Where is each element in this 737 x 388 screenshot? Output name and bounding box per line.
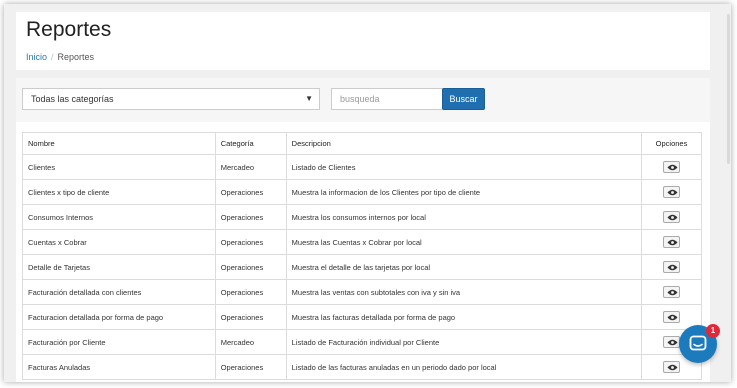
- row-opciones: [641, 279, 702, 305]
- eye-icon: [667, 239, 678, 246]
- column-header-nombre[interactable]: Nombre: [22, 132, 216, 155]
- chevron-down-icon: ▼: [305, 94, 313, 103]
- reports-panel: Todas las categorías ▼ Buscar Nombre Cat…: [16, 78, 710, 382]
- table-row: Clientes x tipo de cliente Operaciones M…: [22, 179, 702, 205]
- column-header-opciones: Opciones: [641, 132, 702, 155]
- row-nombre: Clientes x tipo de cliente: [22, 179, 216, 205]
- eye-icon: [667, 314, 678, 321]
- eye-icon: [667, 264, 678, 271]
- app-frame: Reportes Inicio / Reportes Todas las categ…: [4, 4, 731, 382]
- chat-notification-badge: 1: [706, 324, 720, 338]
- row-descripcion: Muestra los consumos internos por local: [285, 204, 643, 230]
- chat-icon: [689, 335, 707, 351]
- filter-toolbar: Todas las categorías ▼ Buscar: [16, 78, 710, 122]
- view-report-button[interactable]: [663, 211, 680, 223]
- breadcrumb-current: Reportes: [57, 52, 95, 62]
- eye-icon: [667, 364, 678, 371]
- page-title: Reportes: [26, 18, 112, 41]
- view-report-button[interactable]: [663, 286, 680, 298]
- table-row: Detalle de Tarjetas Operaciones Muestra …: [22, 254, 702, 280]
- row-nombre: Facturación detallada con clientes: [22, 279, 216, 305]
- reports-table: Nombre Categoría Descripcion Opciones Cl…: [22, 132, 702, 380]
- row-nombre: Consumos Internos: [22, 204, 216, 230]
- row-descripcion: Listado de Facturación individual por Cl…: [285, 329, 643, 355]
- table-row: Clientes Mercadeo Listado de Clientes: [22, 154, 702, 180]
- search-input[interactable]: [331, 88, 443, 110]
- column-header-categoria[interactable]: Categoría: [214, 132, 287, 155]
- reports-table-wrap: Nombre Categoría Descripcion Opciones Cl…: [22, 132, 702, 380]
- category-select-value: Todas las categorías: [31, 94, 114, 104]
- row-categoria: Operaciones: [214, 304, 287, 330]
- row-nombre: Cuentas x Cobrar: [22, 229, 216, 255]
- row-opciones: [641, 154, 702, 180]
- row-descripcion: Muestra el detalle de las tarjetas por l…: [285, 254, 643, 280]
- view-report-button[interactable]: [663, 236, 680, 248]
- row-categoria: Mercadeo: [214, 154, 287, 180]
- search-button[interactable]: Buscar: [442, 88, 485, 110]
- row-categoria: Operaciones: [214, 229, 287, 255]
- scrollbar-thumb[interactable]: [727, 14, 730, 164]
- row-descripcion: Listado de las facturas anuladas en un p…: [285, 354, 643, 380]
- table-row: Facturación detallada con clientes Opera…: [22, 279, 702, 305]
- eye-icon: [667, 289, 678, 296]
- row-nombre: Detalle de Tarjetas: [22, 254, 216, 280]
- view-report-button[interactable]: [663, 161, 680, 173]
- view-report-button[interactable]: [663, 311, 680, 323]
- row-opciones: [641, 254, 702, 280]
- view-report-button[interactable]: [663, 186, 680, 198]
- row-opciones: [641, 229, 702, 255]
- view-report-button[interactable]: [663, 361, 680, 373]
- table-header-row: Nombre Categoría Descripcion Opciones: [22, 132, 702, 155]
- row-descripcion: Listado de Clientes: [285, 154, 643, 180]
- header-panel: Reportes Inicio / Reportes: [16, 12, 710, 70]
- row-categoria: Operaciones: [214, 204, 287, 230]
- row-categoria: Operaciones: [214, 354, 287, 380]
- row-descripcion: Muestra las ventas con subtotales con iv…: [285, 279, 643, 305]
- breadcrumb-separator: /: [51, 52, 54, 62]
- row-opciones: [641, 204, 702, 230]
- eye-icon: [667, 214, 678, 221]
- eye-icon: [667, 339, 678, 346]
- view-report-button[interactable]: [663, 336, 680, 348]
- table-row: Facturacion detallada por forma de pago …: [22, 304, 702, 330]
- row-nombre: Facturación por Cliente: [22, 329, 216, 355]
- row-nombre: Facturacion detallada por forma de pago: [22, 304, 216, 330]
- page-scrollbar[interactable]: [725, 14, 731, 164]
- table-row: Consumos Internos Operaciones Muestra lo…: [22, 204, 702, 230]
- category-select[interactable]: Todas las categorías ▼: [22, 88, 320, 110]
- table-row: Facturación por Cliente Mercadeo Listado…: [22, 329, 702, 355]
- row-descripcion: Muestra las facturas detallada por forma…: [285, 304, 643, 330]
- breadcrumb-home-link[interactable]: Inicio: [26, 52, 47, 62]
- row-descripcion: Muestra las Cuentas x Cobrar por local: [285, 229, 643, 255]
- row-opciones: [641, 179, 702, 205]
- row-nombre: Clientes: [22, 154, 216, 180]
- row-categoria: Operaciones: [214, 254, 287, 280]
- column-header-descripcion[interactable]: Descripcion: [285, 132, 643, 155]
- eye-icon: [667, 164, 678, 171]
- row-categoria: Operaciones: [214, 179, 287, 205]
- view-report-button[interactable]: [663, 261, 680, 273]
- row-nombre: Facturas Anuladas: [22, 354, 216, 380]
- breadcrumb: Inicio / Reportes: [26, 52, 94, 62]
- row-categoria: Operaciones: [214, 279, 287, 305]
- eye-icon: [667, 189, 678, 196]
- table-row: Facturas Anuladas Operaciones Listado de…: [22, 354, 702, 380]
- row-categoria: Mercadeo: [214, 329, 287, 355]
- table-row: Cuentas x Cobrar Operaciones Muestra las…: [22, 229, 702, 255]
- row-descripcion: Muestra la informacion de los Clientes p…: [285, 179, 643, 205]
